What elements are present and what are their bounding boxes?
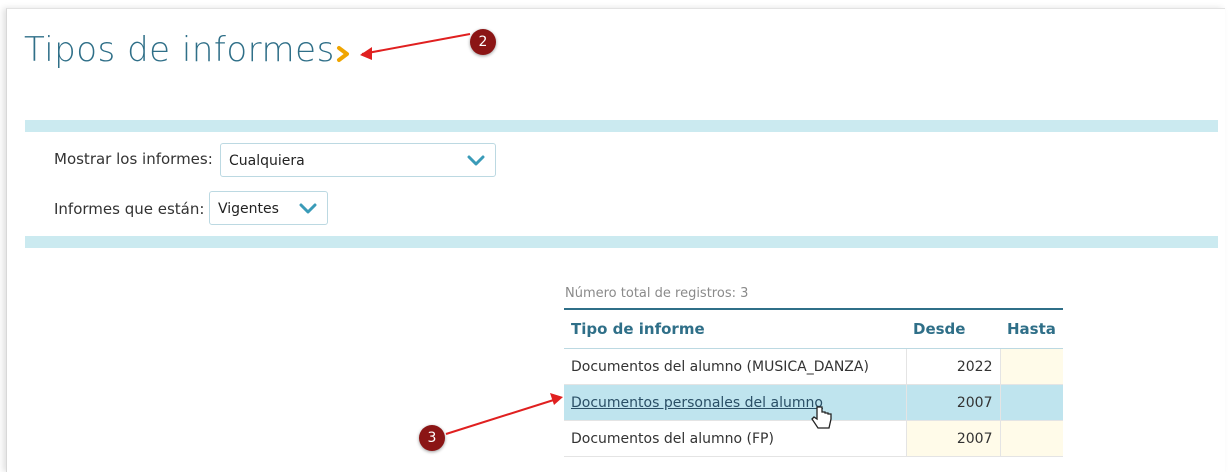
section-band-bottom (25, 236, 1218, 248)
reports-state-value: Vigentes (218, 201, 279, 217)
chevron-right-icon[interactable] (336, 44, 352, 64)
total-records: Número total de registros: 3 (565, 286, 749, 301)
cell-desde: 2007 (905, 420, 1000, 457)
page-title: Tipos de informes (24, 30, 335, 70)
header-desde[interactable]: Desde (906, 308, 1000, 349)
cell-tipo[interactable]: Documentos del alumno (MUSICA_DANZA) (564, 348, 906, 385)
header-tipo[interactable]: Tipo de informe (564, 308, 906, 349)
table-row-selected[interactable]: Documentos personales del alumno 2007 (564, 384, 1063, 421)
show-reports-label: Mostrar los informes: (54, 150, 213, 168)
row-link[interactable]: Documentos del alumno (FP) (571, 431, 774, 447)
cell-tipo[interactable]: Documentos del alumno (FP) (564, 420, 906, 457)
table-row[interactable]: Documentos del alumno (MUSICA_DANZA) 202… (564, 348, 1063, 385)
chevron-down-icon (467, 155, 485, 166)
reports-state-label: Informes que están: (54, 200, 205, 218)
cell-hasta (999, 348, 1063, 385)
reports-table: Tipo de informe Desde Hasta Documentos d… (564, 308, 1063, 457)
row-link[interactable]: Documentos del alumno (MUSICA_DANZA) (571, 359, 869, 375)
table-header-row: Tipo de informe Desde Hasta (564, 308, 1063, 349)
reports-state-select[interactable]: Vigentes (209, 191, 328, 225)
chevron-down-icon (299, 203, 317, 214)
callout-marker-3: 3 (419, 425, 445, 451)
cell-desde: 2022 (905, 348, 1000, 385)
cell-hasta (999, 420, 1063, 457)
section-band-top (25, 120, 1218, 132)
show-reports-select[interactable]: Cualquiera (220, 143, 496, 177)
cell-hasta (999, 384, 1063, 421)
table-row[interactable]: Documentos del alumno (FP) 2007 (564, 420, 1063, 457)
show-reports-value: Cualquiera (229, 153, 305, 169)
row-link[interactable]: Documentos personales del alumno (571, 395, 823, 411)
header-hasta[interactable]: Hasta (1000, 308, 1063, 349)
cell-desde: 2007 (905, 384, 1000, 421)
callout-marker-2: 2 (470, 29, 496, 55)
cell-tipo[interactable]: Documentos personales del alumno (564, 384, 906, 421)
